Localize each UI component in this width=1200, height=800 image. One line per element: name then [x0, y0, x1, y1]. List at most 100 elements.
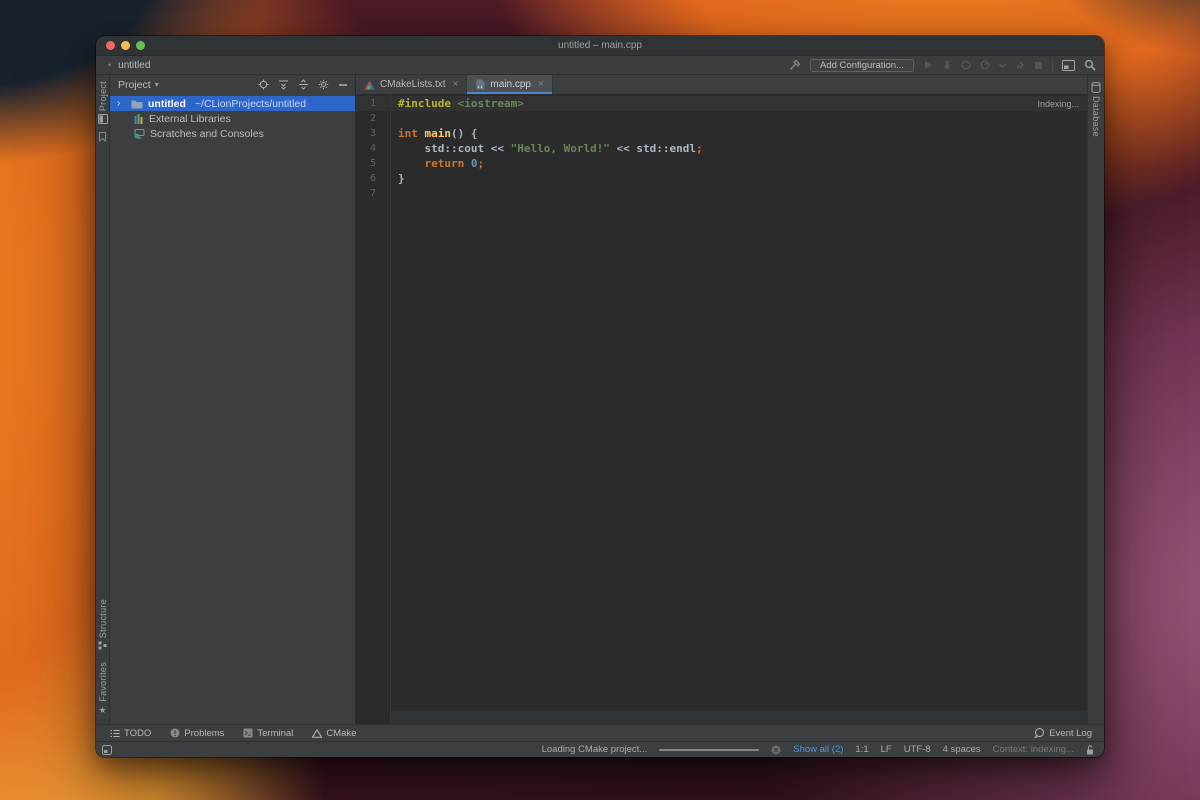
project-tool-icon — [97, 114, 108, 125]
indexing-status: Indexing... — [1037, 99, 1079, 109]
main-toolbar: • untitled Add Configuration... — [96, 56, 1104, 75]
code-lines: 1 #include <iostream> 2 3 int main() {4 std:… — [356, 94, 1087, 201]
close-button[interactable] — [106, 41, 115, 50]
left-tool-stripe: Project Structure Favorites ★ — [96, 75, 110, 724]
code-line[interactable]: 5 return 0; — [356, 156, 1087, 171]
chevron-right-icon[interactable]: › — [117, 98, 126, 109]
close-tab-icon[interactable]: × — [538, 79, 544, 90]
stop-icon[interactable] — [1034, 61, 1043, 70]
window-title: untitled – main.cpp — [558, 40, 642, 51]
profiler-icon[interactable] — [980, 60, 990, 70]
caret-position[interactable]: 1:1 — [855, 744, 868, 755]
problems-label: Problems — [184, 727, 225, 739]
code-text: return 0; — [424, 157, 485, 170]
tree-row-external-libraries[interactable]: External Libraries — [110, 111, 355, 126]
tool-button-problems[interactable]: Problems — [170, 728, 224, 739]
search-icon[interactable] — [1084, 59, 1096, 71]
editor-area: CMakeLists.txt × main.cpp × 1 #include <i… — [356, 75, 1087, 724]
code-line[interactable]: 7 — [356, 186, 1087, 201]
project-panel-header[interactable]: Project ▾ — [110, 75, 355, 94]
line-number: 5 — [369, 158, 376, 169]
terminal-label: Terminal — [257, 727, 294, 739]
tool-button-cmake[interactable]: CMake — [312, 728, 356, 739]
tree-item-path: ~/CLionProjects/untitled — [194, 97, 307, 110]
tool-window-switcher-icon[interactable] — [102, 744, 112, 755]
debug-icon[interactable] — [942, 60, 952, 70]
attach-process-icon[interactable] — [1015, 60, 1025, 70]
line-separator[interactable]: LF — [881, 744, 892, 755]
hide-panel-icon[interactable] — [338, 80, 348, 90]
tab-label: CMakeLists.txt — [380, 79, 446, 90]
structure-stripe-label: Structure — [97, 599, 108, 639]
code-line[interactable]: 1 #include <iostream> — [356, 96, 1087, 111]
line-number: 2 — [369, 113, 376, 124]
close-tab-icon[interactable]: × — [453, 79, 459, 90]
status-bar: Loading CMake project... Show all (2) 1:… — [96, 741, 1104, 757]
tool-button-terminal[interactable]: Terminal — [243, 728, 293, 739]
minimize-button[interactable] — [121, 41, 130, 50]
zoom-button[interactable] — [136, 41, 145, 50]
show-all-link[interactable]: Show all (2) — [793, 744, 843, 755]
ide-window: untitled – main.cpp • untitled Add Confi… — [96, 36, 1104, 757]
code-editor[interactable]: 1 #include <iostream> 2 3 int main() {4 std:… — [356, 94, 1087, 724]
tool-windows-icon[interactable] — [1062, 59, 1075, 71]
database-stripe-label[interactable]: Database — [1091, 96, 1101, 137]
bookmark-icon[interactable] — [98, 132, 107, 143]
breadcrumb[interactable]: untitled — [118, 60, 150, 71]
tree-row-project-root[interactable]: › untitled ~/CLionProjects/untitled — [110, 96, 355, 111]
coverage-icon[interactable] — [961, 60, 971, 70]
code-text: #include <iostream> — [398, 97, 524, 110]
scratches-icon — [134, 128, 145, 139]
lock-icon[interactable] — [1086, 744, 1094, 755]
progress-bar — [659, 748, 760, 751]
expand-all-icon[interactable] — [278, 79, 289, 90]
horizontal-scrollbar[interactable] — [391, 711, 1087, 724]
settings-gear-icon[interactable] — [318, 79, 329, 90]
locate-file-icon[interactable] — [258, 79, 269, 90]
project-views-caret-icon[interactable]: ▾ — [155, 80, 159, 89]
cancel-icon[interactable] — [771, 745, 781, 755]
todo-label: TODO — [124, 727, 152, 739]
database-tool-icon[interactable] — [1091, 82, 1101, 93]
tree-row-scratches[interactable]: Scratches and Consoles — [110, 126, 355, 141]
collapse-all-icon[interactable] — [298, 79, 309, 90]
code-text: std::cout << "Hello, World!" << std::end… — [398, 142, 703, 155]
tab-cmakelists[interactable]: CMakeLists.txt × — [356, 75, 468, 94]
tool-button-project[interactable]: Project — [97, 81, 108, 125]
add-configuration-button[interactable]: Add Configuration... — [810, 58, 914, 72]
tree-item-name: External Libraries — [149, 112, 231, 125]
title-bar[interactable]: untitled – main.cpp — [96, 36, 1104, 56]
breadcrumb-dot: • — [108, 60, 112, 70]
code-line[interactable]: 2 — [356, 111, 1087, 126]
code-line[interactable]: 4 std::cout << "Hello, World!" << std::e… — [356, 141, 1087, 156]
code-text: } — [398, 172, 405, 185]
terminal-icon — [243, 728, 253, 738]
code-line[interactable]: 3 int main() { — [356, 126, 1087, 141]
file-encoding[interactable]: UTF-8 — [904, 744, 931, 755]
tool-button-structure[interactable]: Structure — [98, 599, 108, 650]
folder-icon — [131, 99, 143, 109]
tool-button-todo[interactable]: TODO — [110, 728, 151, 739]
window-controls — [106, 41, 145, 50]
project-tree: › untitled ~/CLionProjects/untitled Exte… — [110, 94, 355, 141]
event-log-button[interactable]: Event Log — [1034, 728, 1092, 739]
tool-window-bar: TODO Problems Terminal CMake Event Log — [96, 724, 1104, 741]
indent-style[interactable]: 4 spaces — [943, 744, 981, 755]
run-icon[interactable] — [923, 60, 933, 70]
toolbar-separator — [1052, 59, 1053, 71]
tree-item-name: untitled — [148, 97, 186, 110]
cpp-file-icon — [475, 79, 485, 90]
code-text: int main() { — [398, 127, 478, 140]
project-panel: Project ▾ › untitled ~/CLionProjects/unt… — [110, 75, 356, 724]
structure-tool-icon — [98, 641, 107, 650]
tool-button-favorites[interactable]: Favorites ★ — [98, 662, 108, 716]
cmake-label: CMake — [326, 727, 357, 739]
cmake-icon — [312, 728, 323, 738]
editor-tab-bar: CMakeLists.txt × main.cpp × — [356, 75, 1087, 94]
tab-main-cpp[interactable]: main.cpp × — [467, 75, 553, 94]
chevron-down-icon[interactable] — [999, 63, 1006, 68]
line-number: 6 — [369, 173, 376, 184]
build-hammer-icon[interactable] — [789, 59, 801, 71]
code-line[interactable]: 6} — [356, 171, 1087, 186]
